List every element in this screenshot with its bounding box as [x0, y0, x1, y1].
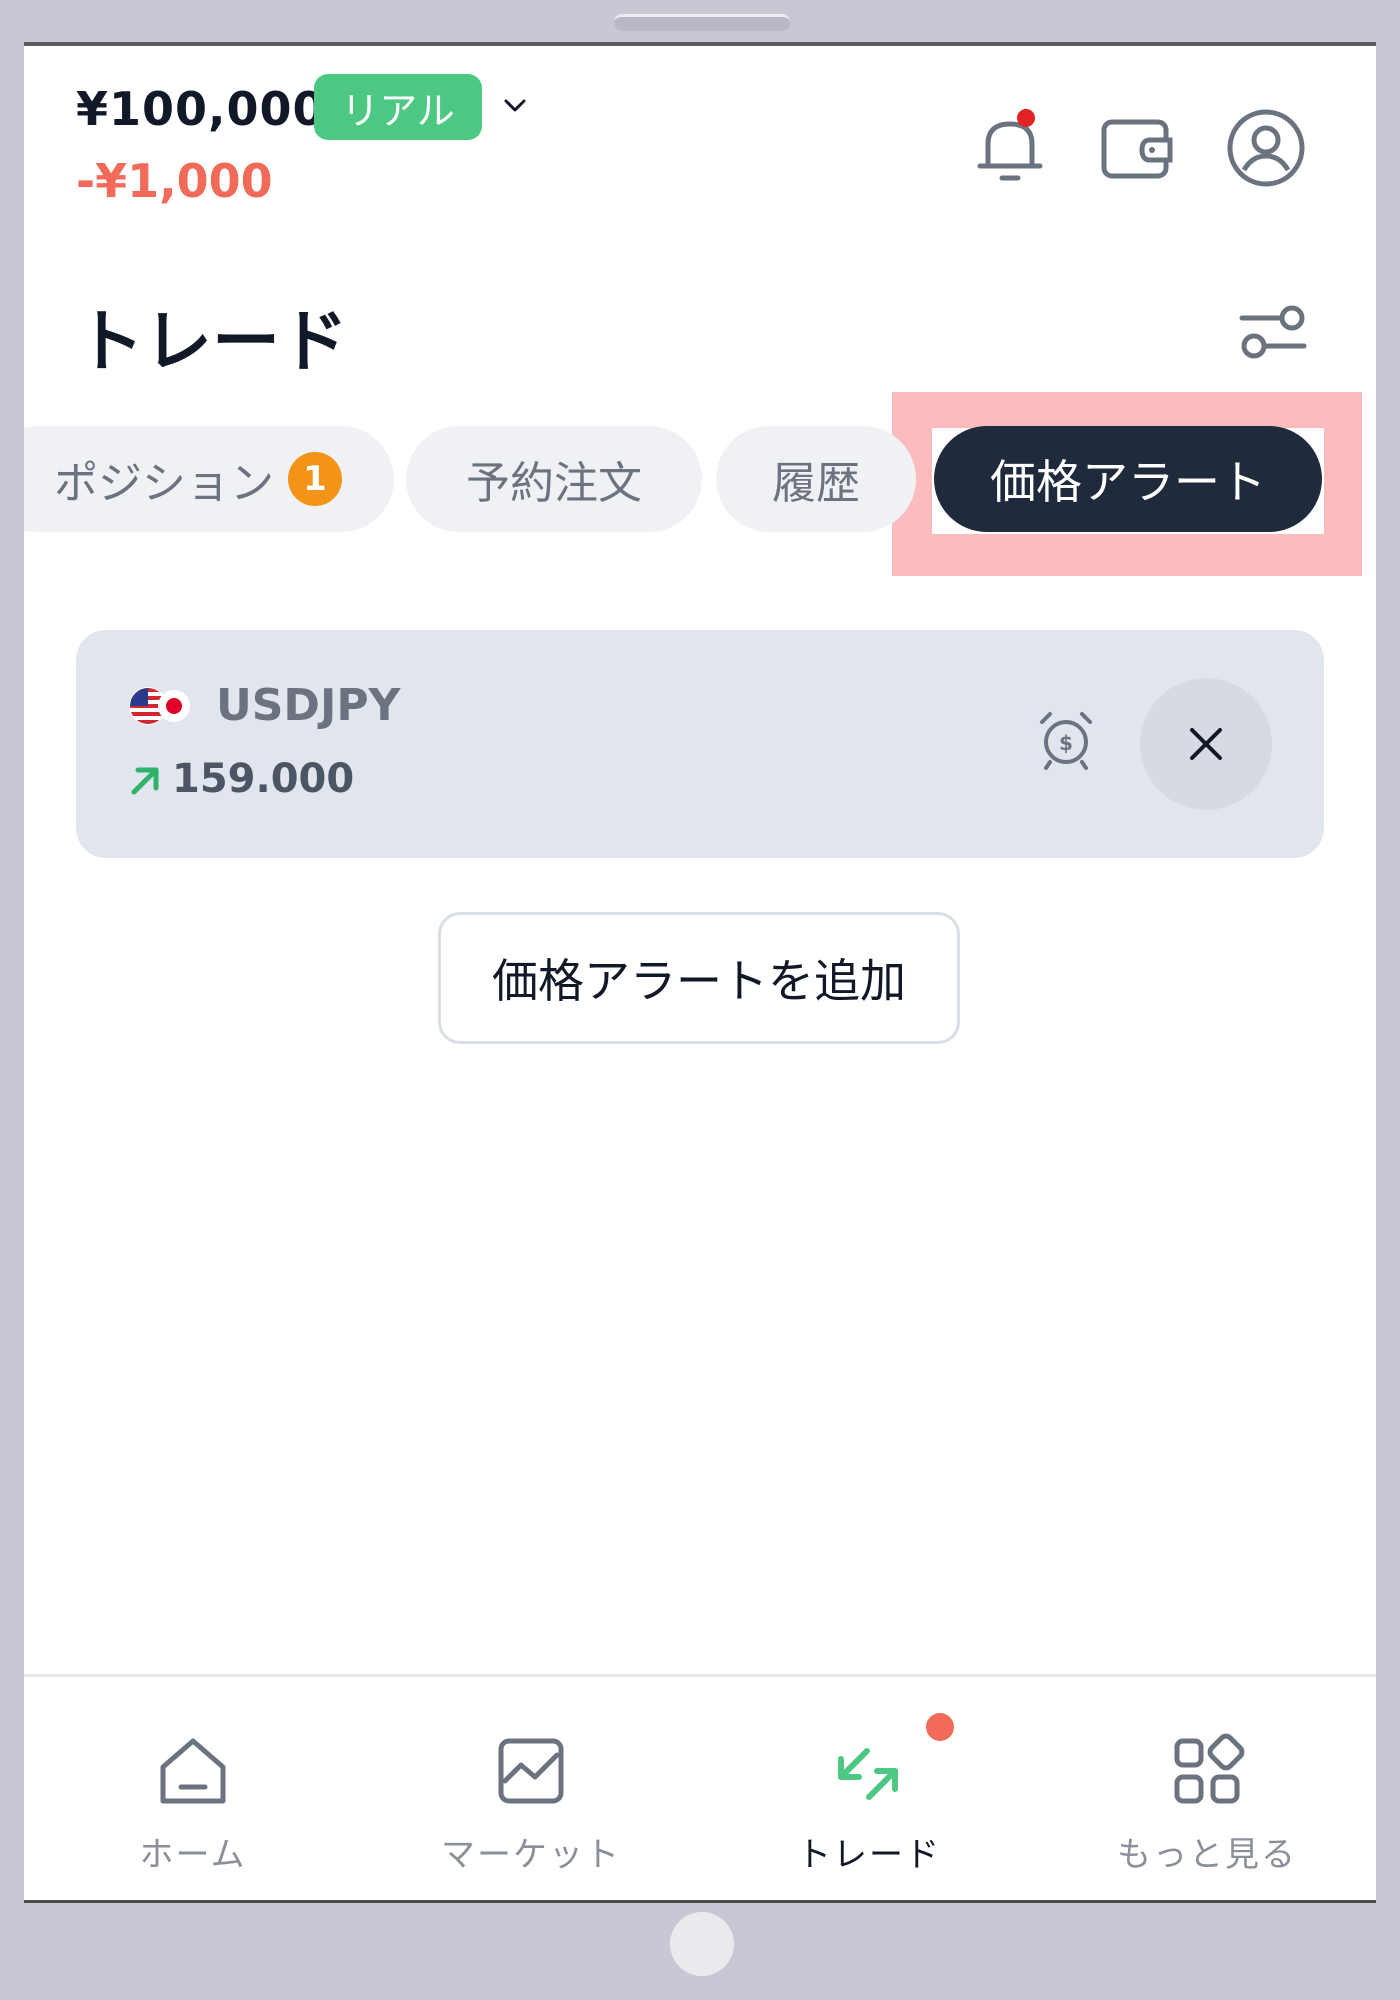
chevron-down-icon[interactable]	[500, 90, 530, 120]
usd-jpy-flags-icon	[129, 687, 190, 725]
wallet-icon[interactable]	[1094, 106, 1178, 190]
positions-count-badge: 1	[288, 452, 342, 506]
tab-label: 予約注文	[466, 458, 642, 509]
account-balance: ¥100,000	[76, 82, 326, 136]
nav-label: もっと見る	[1117, 1835, 1297, 1875]
nav-label: トレード	[797, 1835, 941, 1875]
nav-item-trade[interactable]: トレード	[700, 1677, 1038, 1900]
tab-price-alerts[interactable]: 価格アラート	[934, 426, 1322, 532]
app-screen: ¥100,000 リアル -¥1,000 トレード ポジション 1 予約注文 履…	[24, 42, 1376, 1903]
tab-history[interactable]: 履歴	[716, 426, 916, 532]
bottom-navigation: ホーム マーケット トレード もっと見る	[24, 1674, 1376, 1900]
user-profile-icon[interactable]	[1224, 106, 1308, 190]
tab-positions[interactable]: ポジション 1	[24, 426, 394, 532]
tab-label: 価格アラート	[990, 455, 1266, 509]
alert-price: 159.000	[172, 756, 355, 802]
grid-more-icon	[1174, 1733, 1245, 1804]
nav-label: ホーム	[139, 1835, 247, 1875]
nav-item-market[interactable]: マーケット	[362, 1677, 700, 1900]
home-icon	[160, 1738, 226, 1804]
profit-loss-value: -¥1,000	[76, 154, 273, 208]
device-frame: ¥100,000 リアル -¥1,000 トレード ポジション 1 予約注文 履…	[0, 0, 1400, 2000]
nav-item-more[interactable]: もっと見る	[1038, 1677, 1376, 1900]
trade-tabs: ポジション 1 予約注文 履歴 価格アラート	[24, 426, 1376, 536]
device-home-button[interactable]	[670, 1912, 734, 1976]
alert-symbol: USDJPY	[216, 680, 401, 731]
notification-bell-icon[interactable]	[968, 106, 1052, 190]
tab-label: ポジション	[54, 458, 274, 509]
device-speaker	[614, 14, 790, 31]
account-type-badge[interactable]: リアル	[314, 74, 482, 140]
alarm-clock-dollar-icon[interactable]: $	[1036, 710, 1096, 770]
tab-label: 履歴	[772, 458, 860, 509]
price-alert-card[interactable]: USDJPY 159.000 $	[76, 630, 1324, 858]
add-price-alert-button[interactable]: 価格アラートを追加	[438, 912, 960, 1044]
trade-notification-dot	[926, 1713, 954, 1741]
filter-settings-icon[interactable]	[1236, 302, 1310, 362]
market-chart-icon	[498, 1738, 564, 1804]
close-icon	[1190, 728, 1222, 760]
page-title: トレード	[76, 303, 349, 382]
arrow-up-right-icon	[131, 767, 159, 795]
nav-item-home[interactable]: ホーム	[24, 1677, 362, 1900]
trade-arrows-icon	[838, 1748, 898, 1800]
delete-alert-button[interactable]	[1140, 678, 1272, 810]
nav-label: マーケット	[441, 1835, 621, 1875]
tab-pending-orders[interactable]: 予約注文	[406, 426, 702, 532]
svg-text:$: $	[1059, 731, 1073, 755]
